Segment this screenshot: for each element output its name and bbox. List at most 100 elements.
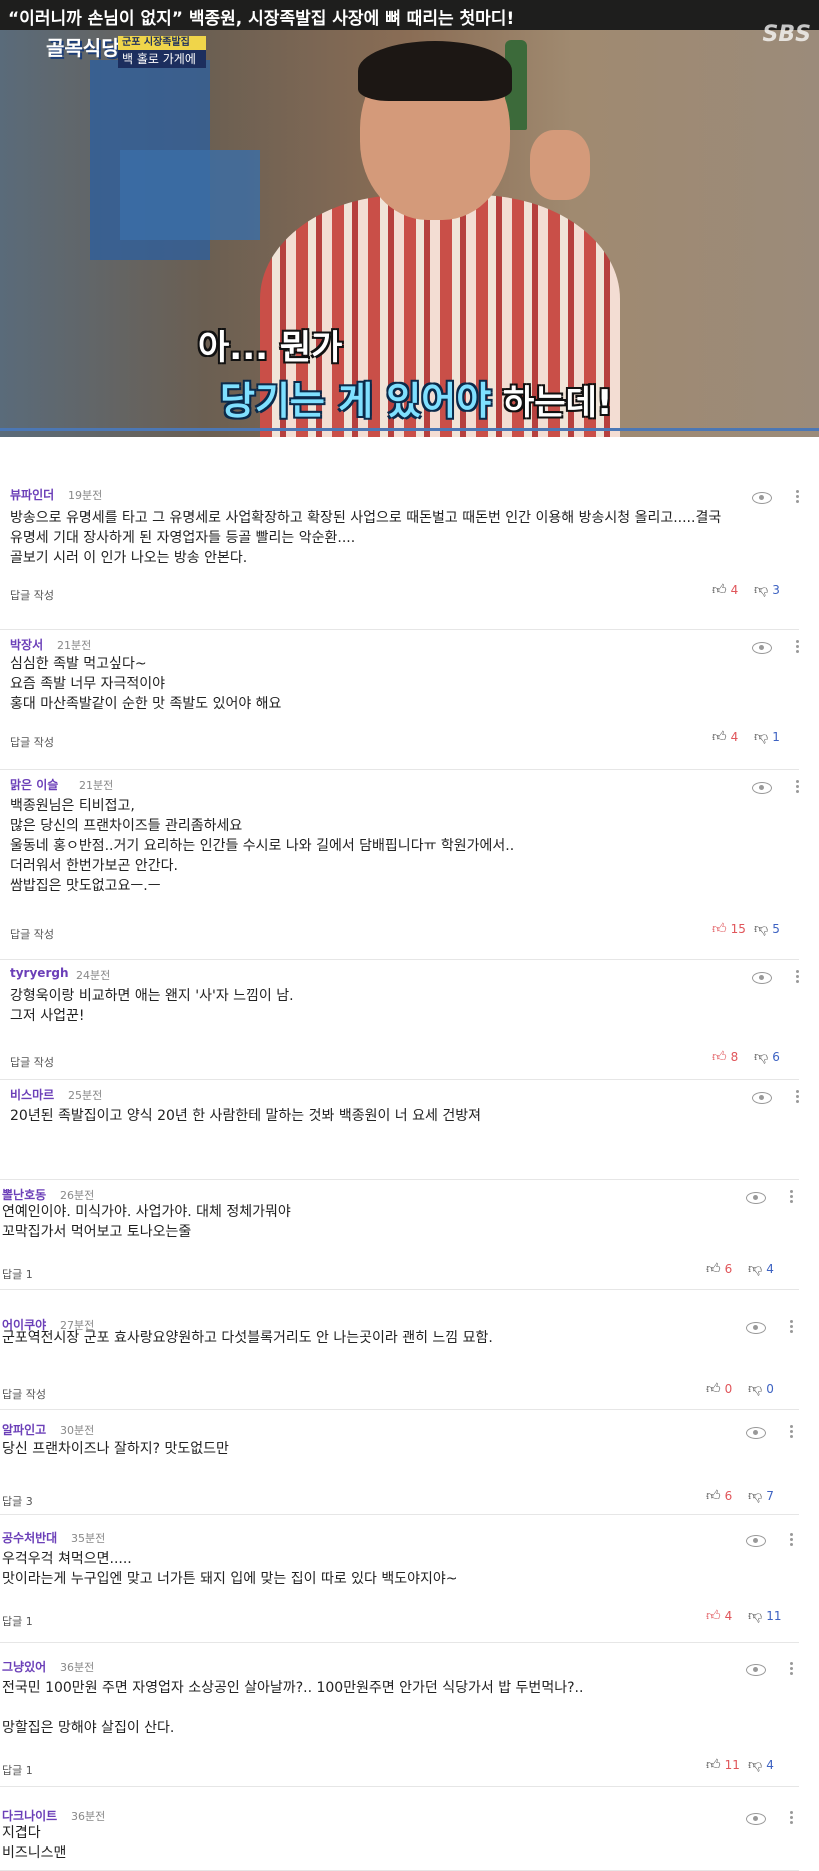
like-button[interactable]: 👍︎ 4 — [712, 583, 738, 597]
comment-timestamp: 21분전 — [79, 779, 114, 792]
dislike-count: 7 — [766, 1489, 774, 1503]
dislike-button[interactable]: 👎︎ 11 — [748, 1609, 782, 1623]
more-options-icon[interactable] — [790, 1662, 794, 1676]
eye-icon[interactable] — [752, 642, 772, 654]
comment-author[interactable]: tyryergh — [10, 966, 69, 980]
like-count: 4 — [730, 583, 739, 597]
thumbs-down-icon: 👎︎ — [748, 1608, 763, 1624]
comment-author[interactable]: 공수처반대 — [2, 1529, 57, 1546]
reply-button[interactable]: 답글 1 — [2, 1762, 33, 1778]
like-count: 8 — [730, 1050, 739, 1064]
like-button[interactable]: 👍︎ 8 — [712, 1050, 738, 1064]
eye-icon[interactable] — [746, 1813, 766, 1825]
comment-item: 맑은 이슬 21분전 백종원님은 티비접고, 많은 당신의 프랜차이즈들 관리좀하세요… — [0, 770, 819, 960]
more-options-icon[interactable] — [796, 1090, 800, 1104]
reply-button[interactable]: 답글 작성 — [10, 1054, 54, 1070]
more-options-icon[interactable] — [790, 1320, 794, 1334]
like-count: 6 — [724, 1262, 733, 1276]
thumbs-up-icon: 👍︎ — [712, 729, 727, 745]
like-button[interactable]: 👍︎ 4 — [712, 730, 738, 744]
comment-author[interactable]: 뷰파인더 — [10, 486, 54, 503]
reply-button[interactable]: 답글 작성 — [10, 734, 54, 750]
more-options-icon[interactable] — [790, 1190, 794, 1204]
like-button[interactable]: 👍︎ 11 — [706, 1758, 740, 1772]
comment-timestamp: 26분전 — [60, 1189, 95, 1202]
thumbs-down-icon: 👎︎ — [754, 1049, 769, 1065]
like-button[interactable]: 👍︎ 4 — [706, 1609, 732, 1623]
eye-icon[interactable] — [752, 1092, 772, 1104]
subtitle-highlight: 당기는 게 있어야 — [220, 379, 492, 423]
comment-author[interactable]: 다크나이트 — [2, 1807, 57, 1824]
comment-text-line: 심심한 족발 먹고싶다~ — [10, 656, 147, 672]
comment-text-line: 울동네 홍ㅇ반점..거기 요리하는 인간들 수시로 나와 길에서 담배핍니다ㅠ … — [10, 838, 515, 854]
like-button[interactable]: 👍︎ 15 — [712, 922, 746, 936]
reply-button[interactable]: 답글 작성 — [10, 926, 54, 942]
comment-text-line: 군포역전시장 군포 효사랑요양원하고 다섯블록거리도 안 나는곳이라 괜히 느낌… — [2, 1330, 493, 1346]
more-options-icon[interactable] — [790, 1533, 794, 1547]
thumbs-down-icon: 👎︎ — [748, 1261, 763, 1277]
comment-text-line: 20년된 족발집이고 양식 20년 한 사람한테 말하는 것봐 백종원이 너 요… — [10, 1108, 481, 1124]
eye-icon[interactable] — [752, 492, 772, 504]
comment-timestamp: 35분전 — [71, 1532, 106, 1545]
comment-author[interactable]: 그냥있어 — [2, 1658, 46, 1675]
like-count: 15 — [730, 922, 746, 936]
reply-button[interactable]: 답글 1 — [2, 1266, 33, 1282]
comment-item: 박장서 21분전 심심한 족발 먹고싶다~ 요즘 족발 너무 자극적이야 홍대 마산족발… — [0, 630, 819, 770]
comment-item: 어이쿠야 27분전 군포역전시장 군포 효사랑요양원하고 다섯블록거리도 안 나는곳… — [0, 1310, 819, 1410]
comment-author[interactable]: 박장서 — [10, 636, 43, 653]
dislike-button[interactable]: 👎︎ 6 — [754, 1050, 780, 1064]
reply-button[interactable]: 답글 작성 — [10, 587, 54, 603]
thumbs-down-icon: 👎︎ — [754, 921, 769, 937]
reply-button[interactable]: 답글 3 — [2, 1493, 33, 1509]
dislike-button[interactable]: 👎︎ 4 — [748, 1262, 774, 1276]
comment-author[interactable]: 알파인고 — [2, 1421, 46, 1438]
eye-icon[interactable] — [752, 782, 772, 794]
dislike-button[interactable]: 👎︎ 7 — [748, 1489, 774, 1503]
dislike-button[interactable]: 👎︎ 3 — [754, 583, 780, 597]
comment-text-line: 지겹다 — [2, 1825, 41, 1841]
like-button[interactable]: 👍︎ 6 — [706, 1489, 732, 1503]
comment-timestamp: 19분전 — [68, 489, 103, 502]
comment-timestamp: 24분전 — [76, 969, 111, 982]
comment-divider — [0, 1289, 799, 1290]
more-options-icon[interactable] — [790, 1811, 794, 1825]
more-options-icon[interactable] — [790, 1425, 794, 1439]
video-progress-bar[interactable] — [0, 428, 819, 431]
comment-author[interactable]: 비스마르 — [10, 1086, 54, 1103]
eye-icon[interactable] — [752, 972, 772, 984]
comment-timestamp: 30분전 — [60, 1424, 95, 1437]
more-options-icon[interactable] — [796, 490, 800, 504]
subtitle-line-2: 당기는 게 있어야 하는데! — [220, 370, 612, 425]
reply-button[interactable]: 답글 작성 — [2, 1386, 46, 1402]
eye-icon[interactable] — [746, 1664, 766, 1676]
comment-item: 알파인고 30분전 당신 프랜차이즈나 잘하지? 맛도없드만 답글 3 👍︎ 6 👎︎ 7 — [0, 1415, 819, 1515]
thumbs-up-icon: 👍︎ — [706, 1381, 721, 1397]
thumbs-up-icon: 👍︎ — [706, 1757, 721, 1773]
dislike-button[interactable]: 👎︎ 4 — [748, 1758, 774, 1772]
more-options-icon[interactable] — [796, 640, 800, 654]
reply-button[interactable]: 답글 1 — [2, 1613, 33, 1629]
like-button[interactable]: 👍︎ 0 — [706, 1382, 732, 1396]
video-thumbnail[interactable]: “이러니까 손님이 없지” 백종원, 시장족발집 사장에 뼈 때리는 첫마디! … — [0, 0, 819, 437]
dislike-button[interactable]: 👎︎ 1 — [754, 730, 780, 744]
comment-text-line: 유명세 기대 장사하게 된 자영업자들 등골 빨리는 악순환.... — [10, 530, 356, 546]
scene-tag: 백 홀로 가게에 — [118, 50, 206, 68]
comment-text-line: 방송으로 유명세를 타고 그 유명세로 사업확장하고 확장된 사업으로 때돈벌고… — [10, 510, 722, 526]
dislike-button[interactable]: 👎︎ 0 — [748, 1382, 774, 1396]
eye-icon[interactable] — [746, 1192, 766, 1204]
eye-icon[interactable] — [746, 1535, 766, 1547]
comment-timestamp: 36분전 — [71, 1810, 106, 1823]
like-count: 0 — [724, 1382, 733, 1396]
more-options-icon[interactable] — [796, 970, 800, 984]
comment-text-line: 홍대 마산족발같이 순한 맛 족발도 있어야 해요 — [10, 696, 282, 712]
eye-icon[interactable] — [746, 1322, 766, 1334]
comment-author[interactable]: 맑은 이슬 — [10, 776, 58, 793]
channel-logo: SBS — [762, 22, 811, 47]
more-options-icon[interactable] — [796, 780, 800, 794]
comment-item: 다크나이트 36분전 지겹다 비즈니스맨 — [0, 1801, 819, 1871]
dislike-button[interactable]: 👎︎ 5 — [754, 922, 780, 936]
dislike-count: 3 — [772, 583, 780, 597]
eye-icon[interactable] — [746, 1427, 766, 1439]
like-button[interactable]: 👍︎ 6 — [706, 1262, 732, 1276]
comment-author[interactable]: 뽈난호동 — [2, 1186, 46, 1203]
